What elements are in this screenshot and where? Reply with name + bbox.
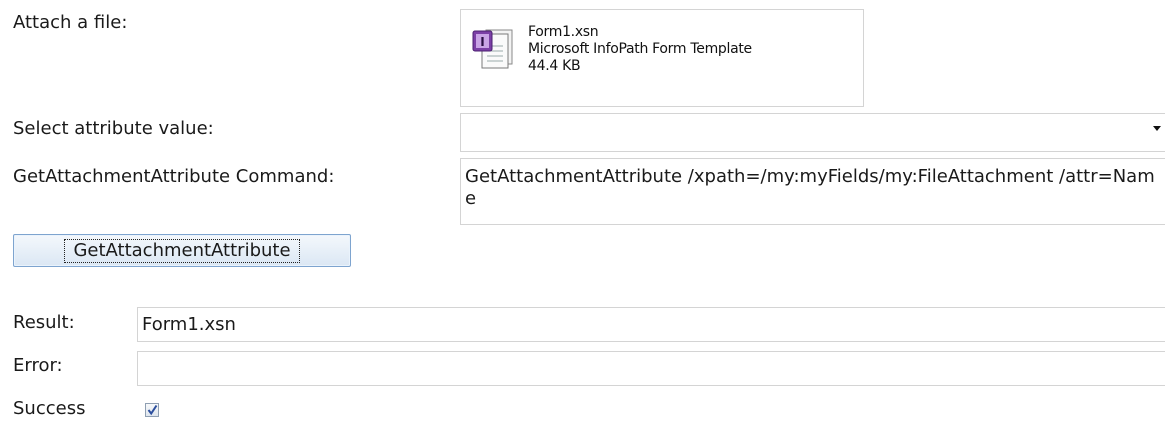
file-name: Form1.xsn	[528, 24, 599, 40]
button-label: GetAttachmentAttribute	[64, 238, 300, 263]
attach-file-label: Attach a file:	[13, 12, 128, 33]
result-value: Form1.xsn	[142, 314, 236, 335]
attribute-select[interactable]	[460, 113, 1165, 152]
checkmark-icon	[147, 404, 158, 416]
file-size: 44.4 KB	[528, 58, 581, 74]
result-field[interactable]: Form1.xsn	[137, 307, 1165, 342]
infopath-file-icon: I	[472, 24, 518, 74]
command-textarea[interactable]: GetAttachmentAttribute /xpath=/my:myFiel…	[460, 158, 1165, 225]
chevron-down-icon[interactable]	[1153, 126, 1161, 131]
success-label: Success	[13, 398, 86, 419]
select-attribute-label: Select attribute value:	[13, 118, 214, 139]
file-attachment-control[interactable]: I Form1.xsn Microsoft InfoPath Form Temp…	[460, 9, 864, 107]
file-type: Microsoft InfoPath Form Template	[528, 41, 752, 57]
command-label: GetAttachmentAttribute Command:	[13, 166, 335, 187]
svg-text:I: I	[480, 35, 484, 49]
result-label: Result:	[13, 312, 75, 333]
error-label: Error:	[13, 355, 63, 376]
command-text: GetAttachmentAttribute /xpath=/my:myFiel…	[465, 166, 1155, 209]
error-field[interactable]	[137, 351, 1165, 386]
get-attachment-attribute-button[interactable]: GetAttachmentAttribute	[13, 234, 351, 267]
success-checkbox[interactable]	[145, 403, 159, 417]
